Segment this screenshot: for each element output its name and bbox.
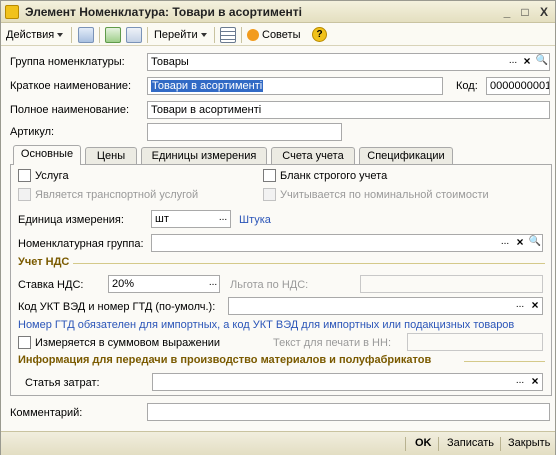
code-field[interactable]: 0000000001	[486, 77, 550, 95]
minimize-button[interactable]: _	[499, 4, 515, 20]
short-name-label: Краткое наименование:	[10, 80, 132, 92]
group-search-icon[interactable]: 🔍	[535, 54, 549, 70]
nomgroup-search-icon[interactable]: 🔍	[528, 235, 542, 251]
ukt-field[interactable]	[228, 297, 543, 315]
refresh-icon[interactable]	[105, 27, 121, 43]
unit-label: Единица измерения:	[18, 214, 124, 226]
unit-value: шт	[155, 213, 169, 225]
comment-label: Комментарий:	[10, 407, 83, 419]
ukt-select-button[interactable]: ...	[513, 298, 527, 314]
vat-benefit-field[interactable]	[360, 275, 543, 293]
footer-divider	[500, 437, 501, 451]
service-label: Услуга	[35, 170, 69, 182]
tab-units[interactable]: Единицы измерения	[141, 147, 267, 164]
article-field[interactable]	[147, 123, 342, 141]
toolbar-divider	[147, 27, 148, 43]
group-label: Группа номенклатуры:	[10, 56, 125, 68]
toolbar-divider	[214, 27, 215, 43]
close-window-button[interactable]: X	[536, 4, 552, 20]
goto-menu[interactable]: Перейти	[154, 27, 207, 43]
article-label: Артикул:	[10, 126, 55, 138]
group-field[interactable]: Товары	[147, 53, 550, 71]
nominal-checkbox[interactable]	[263, 188, 276, 201]
summary-measure-label: Измеряется в суммовом выражении	[35, 337, 221, 349]
section-divider	[73, 263, 545, 264]
nomenclature-group-label: Номенклатурная группа:	[18, 238, 144, 250]
cost-item-label: Статья затрат:	[25, 377, 100, 389]
tab-specifications[interactable]: Спецификации	[359, 147, 453, 164]
tips-button[interactable]: Советы	[247, 27, 300, 43]
transport-label: Является транспортной услугой	[35, 189, 199, 201]
tab-accounts[interactable]: Счета учета	[271, 147, 355, 164]
window-title: Элемент Номенклатура: Товари в асортимен…	[25, 5, 303, 19]
ukt-label: Код УКТ ВЭД и номер ГТД (по-умолч.):	[18, 301, 216, 313]
nomgroup-clear-icon[interactable]: ×	[513, 235, 527, 251]
production-section-title: Информация для передачи в производство м…	[18, 354, 432, 366]
full-name-field[interactable]: Товари в асортименті	[147, 101, 550, 119]
footer-divider	[438, 437, 439, 451]
transport-checkbox[interactable]	[18, 188, 31, 201]
section-divider	[464, 361, 545, 362]
nomenclature-group-field[interactable]	[151, 234, 543, 252]
save-copy-icon[interactable]	[78, 27, 94, 43]
unit-select-button[interactable]: ...	[216, 211, 230, 227]
code-value: 0000000001	[490, 80, 550, 92]
form-icon	[5, 5, 19, 19]
print-text-label: Текст для печати в НН:	[273, 337, 391, 349]
vat-rate-field[interactable]: 20%	[108, 275, 220, 293]
toolbar-divider	[71, 27, 72, 43]
short-name-value: Товари в асортименті	[151, 80, 264, 92]
full-name-label: Полное наименование:	[10, 104, 130, 116]
list-structure-icon[interactable]	[220, 27, 236, 43]
tab-main[interactable]: Основные	[13, 145, 81, 165]
catalog-item-window: Элемент Номенклатура: Товари в асортимен…	[0, 0, 556, 455]
tips-icon	[247, 29, 259, 42]
summary-measure-checkbox[interactable]	[18, 336, 31, 349]
print-text-field[interactable]	[407, 333, 543, 351]
cost-item-field[interactable]	[152, 373, 543, 391]
group-value: Товары	[151, 56, 189, 68]
full-name-value: Товари в асортименті	[151, 104, 262, 116]
nomgroup-select-button[interactable]: ...	[498, 235, 512, 251]
cost-item-select-button[interactable]: ...	[513, 374, 527, 390]
copy-document-icon[interactable]	[126, 27, 142, 43]
save-button[interactable]: Записать	[447, 437, 494, 449]
ok-button[interactable]: OK	[415, 437, 432, 449]
maximize-button[interactable]: □	[517, 4, 533, 20]
goto-label: Перейти	[154, 29, 198, 41]
actions-menu[interactable]: Действия	[6, 27, 64, 43]
vat-rate-value: 20%	[112, 278, 135, 290]
short-name-field[interactable]: Товари в асортименті	[147, 77, 443, 95]
code-label: Код:	[456, 80, 478, 92]
strict-form-label: Бланк строгого учета	[280, 170, 388, 182]
vat-rate-select-button[interactable]: ...	[206, 276, 220, 292]
tab-prices[interactable]: Цены	[85, 147, 137, 164]
toolbar: Действия Перейти Советы ?	[1, 24, 555, 46]
group-select-button[interactable]: ...	[506, 54, 520, 70]
comment-field[interactable]	[147, 403, 550, 421]
chevron-down-icon	[57, 33, 64, 38]
group-clear-icon[interactable]: ×	[520, 54, 534, 70]
ukt-hint-text: Номер ГТД обязателен для импортных, а ко…	[18, 319, 515, 331]
ukt-clear-icon[interactable]: ×	[528, 298, 542, 314]
cost-item-clear-icon[interactable]: ×	[528, 374, 542, 390]
chevron-down-icon	[200, 33, 207, 38]
help-button[interactable]: ?	[312, 27, 327, 42]
unit-full-name-link[interactable]: Штука	[239, 214, 271, 226]
service-checkbox[interactable]	[18, 169, 31, 182]
vat-benefit-label: Льгота по НДС:	[230, 279, 309, 291]
toolbar-divider	[241, 27, 242, 43]
nominal-label: Учитывается по номинальной стоимости	[280, 189, 489, 201]
tips-label: Советы	[262, 29, 301, 41]
title-bar[interactable]: Элемент Номенклатура: Товари в асортимен…	[1, 1, 555, 23]
form-footer: OK Записать Закрыть	[1, 431, 555, 455]
footer-divider	[405, 437, 406, 451]
toolbar-divider	[99, 27, 100, 43]
vat-section-title: Учет НДС	[18, 256, 70, 268]
vat-rate-label: Ставка НДС:	[18, 279, 84, 291]
strict-form-checkbox[interactable]	[263, 169, 276, 182]
actions-label: Действия	[6, 29, 55, 41]
close-button[interactable]: Закрыть	[508, 437, 550, 449]
